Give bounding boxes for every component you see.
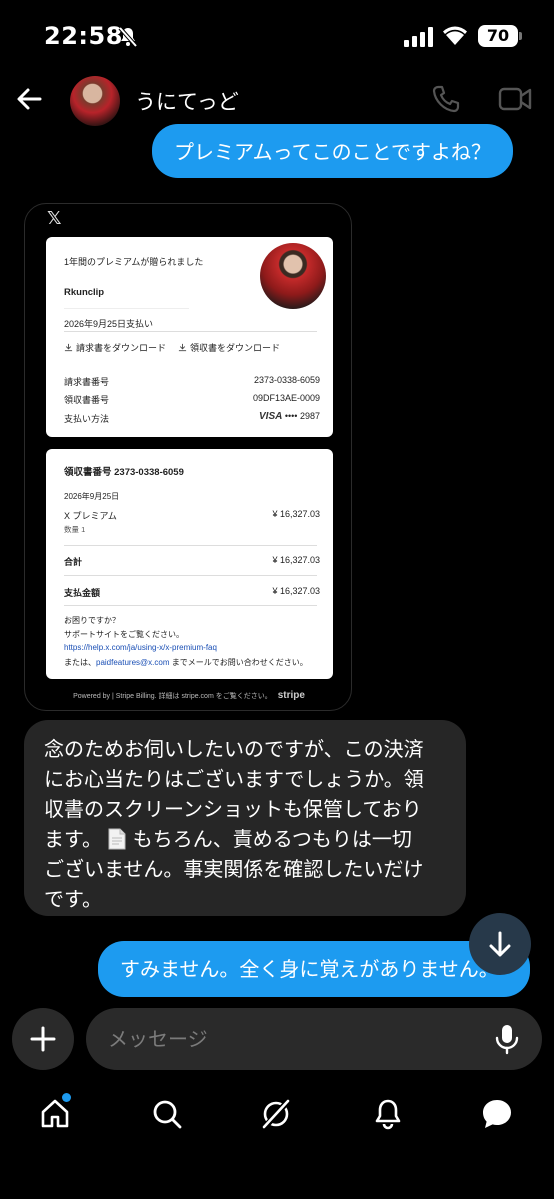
video-camera-icon[interactable] — [498, 84, 532, 114]
recipient-name: Rkunclip — [64, 287, 105, 298]
back-arrow-icon[interactable] — [14, 84, 44, 114]
download-icon — [64, 343, 73, 352]
bell-muted-icon — [118, 26, 138, 48]
incoming-line-2: にお心当たりはございますでしょうか。領 — [44, 767, 424, 791]
bell-icon[interactable] — [371, 1097, 405, 1131]
help-email-link[interactable]: paidfeatures@x.com — [96, 658, 170, 667]
x-logo-icon: 𝕏 — [47, 208, 62, 229]
receipt-detail-panel: 領収書番号 2373-0338-6059 2026年9月25日 X プレミアム … — [46, 449, 333, 679]
amount-paid-label: 支払金額 — [64, 588, 101, 598]
receipt-date: 2026年9月25日 — [64, 492, 120, 501]
receipt-number: 09DF13AE-0009 — [252, 393, 320, 403]
search-icon[interactable] — [150, 1097, 184, 1131]
outgoing-message[interactable]: すみません。全く身に覚えがありません。 — [98, 941, 530, 997]
incoming-line-4a: ます。 — [44, 827, 102, 851]
item-name: X プレミアム — [64, 511, 117, 521]
incoming-line-4: ます。 もちろん、責めるつもりは一切 — [44, 824, 448, 854]
incoming-line-6: です。 — [44, 887, 102, 911]
scroll-to-bottom-button[interactable] — [469, 913, 531, 975]
incoming-line-1: 念のためお伺いしたいのですが、この決済 — [44, 737, 424, 761]
arrow-down-icon — [489, 931, 511, 957]
card-last4: •••• 2987 — [284, 411, 320, 421]
status-time: 22:58 — [44, 22, 123, 50]
divider — [64, 575, 317, 576]
invoice-number: 2373-0338-6059 — [253, 375, 320, 385]
footer-text: Powered by | Stripe Billing. 詳細は stripe.… — [73, 693, 272, 700]
messages-icon[interactable] — [480, 1097, 514, 1131]
outgoing-message[interactable]: プレミアムってこのことですよね？ — [152, 124, 513, 178]
download-receipt-label: 領収書をダウンロード — [190, 343, 281, 353]
grok-icon[interactable] — [259, 1097, 293, 1131]
visa-logo: VISA — [259, 411, 283, 422]
help-question: お困りですか？ — [64, 616, 120, 625]
bottom-navigation — [0, 1085, 554, 1145]
amount-paid-value: ¥ 16,327.03 — [272, 586, 320, 596]
help-email-prefix: または、 — [64, 658, 96, 667]
recipient-avatar — [260, 243, 326, 309]
receipt-number-label: 領収書番号 — [64, 395, 110, 405]
divider — [64, 545, 317, 546]
home-notification-dot — [62, 1093, 71, 1102]
total-label: 合計 — [64, 557, 83, 567]
gift-summary-panel: 1年間のプレミアムが贈られました Rkunclip 2026年9月25日支払い … — [46, 237, 333, 437]
gift-title: 1年間のプレミアムが贈られました — [64, 257, 204, 267]
invoice-number-label: 請求書番号 — [64, 377, 110, 387]
cellular-signal-icon — [404, 27, 433, 47]
wifi-icon — [443, 26, 467, 45]
download-receipt-link[interactable]: 領収書をダウンロード — [178, 341, 280, 354]
receipt-footer: Powered by | Stripe Billing. 詳細は stripe.… — [25, 690, 351, 701]
message-composer — [86, 1008, 542, 1070]
help-faq-link[interactable]: https://help.x.com/ja/using-x/x-premium-… — [64, 643, 217, 652]
message-input[interactable] — [108, 1008, 488, 1070]
help-email-suffix: までメールでお問い合わせください。 — [169, 658, 308, 667]
contact-name[interactable]: うにてっど — [135, 86, 239, 116]
help-support-text: サポートサイトをご覧ください。 — [64, 630, 184, 639]
home-icon[interactable] — [38, 1097, 72, 1131]
incoming-message[interactable]: 念のためお伺いしたいのですが、この決済 にお心当たりはございますでしょうか。領 … — [24, 720, 466, 916]
incoming-line-5: ございません。事実関係を確認したいだけ — [44, 857, 424, 881]
download-invoice-link[interactable]: 請求書をダウンロード — [64, 341, 166, 354]
plus-icon — [30, 1026, 56, 1052]
download-invoice-label: 請求書をダウンロード — [76, 343, 167, 353]
paid-date: 2026年9月25日支払い — [64, 319, 154, 329]
divider — [64, 331, 317, 332]
receipt-heading: 領収書番号 2373-0338-6059 — [64, 467, 184, 478]
receipt-image-card[interactable]: 𝕏 1年間のプレミアムが贈られました Rkunclip 2026年9月25日支払… — [24, 203, 352, 711]
item-quantity: 数量 1 — [64, 525, 86, 534]
microphone-icon[interactable] — [492, 1023, 522, 1055]
divider — [64, 308, 189, 309]
battery-indicator: 70 — [478, 25, 518, 47]
payment-method-value: VISA •••• 2987 — [259, 411, 320, 422]
download-icon — [178, 343, 187, 352]
total-value: ¥ 16,327.03 — [272, 555, 320, 565]
battery-nub — [519, 32, 522, 40]
avatar[interactable] — [70, 76, 120, 126]
document-emoji-icon — [108, 828, 126, 850]
item-price: ¥ 16,327.03 — [272, 509, 320, 519]
incoming-line-3: 収書のスクリーンショットも保管しており — [44, 797, 422, 821]
divider — [64, 605, 317, 606]
phone-icon[interactable] — [431, 84, 461, 114]
status-bar: 22:58 70 — [0, 0, 554, 70]
payment-method-label: 支払い方法 — [64, 414, 110, 424]
add-attachment-button[interactable] — [12, 1008, 74, 1070]
stripe-logo: stripe — [277, 690, 305, 701]
help-email-line: または、paidfeatures@x.com までメールでお問い合わせください。 — [64, 657, 308, 668]
conversation-header: うにてっど — [0, 70, 554, 130]
incoming-line-4b: もちろん、責めるつもりは一切 — [132, 827, 412, 851]
